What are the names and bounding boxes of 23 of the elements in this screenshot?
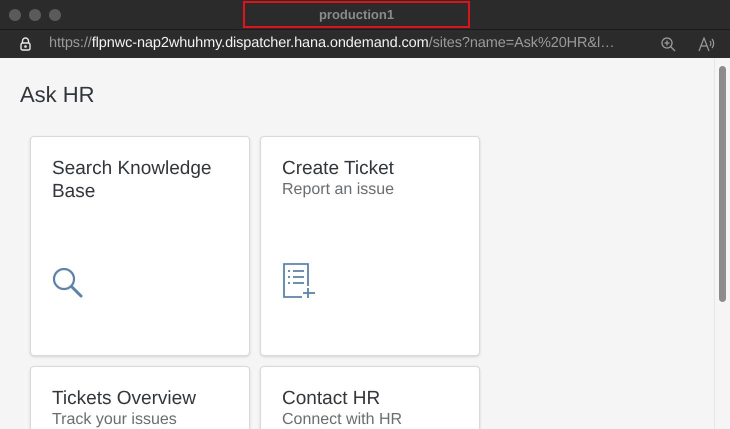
zoom-window-button[interactable] xyxy=(49,8,61,20)
lock-icon xyxy=(20,37,31,51)
read-aloud-icon[interactable] xyxy=(698,36,716,52)
close-window-button[interactable] xyxy=(9,8,21,20)
url-field[interactable]: https://flpnwc-nap2whuhmy.dispatcher.hana.ondemand.com/sites?name=Ask%20HR&l… xyxy=(49,33,615,55)
app-tile[interactable]: Search Knowledge Base xyxy=(30,136,250,356)
window-title: production1 xyxy=(243,1,470,28)
tile-title: Create Ticket xyxy=(282,157,395,180)
tile-subtitle: Track your issues xyxy=(52,410,178,429)
zoom-in-icon[interactable] xyxy=(661,36,676,52)
document-plus-icon xyxy=(282,263,316,299)
app-tile[interactable]: Contact HR Connect with HR xyxy=(260,366,480,429)
tile-title: Contact HR xyxy=(282,387,382,410)
tile-subtitle: Report an issue xyxy=(282,180,396,200)
app-tile[interactable]: Tickets Overview Track your issues xyxy=(30,366,250,429)
tile-title: Tickets Overview xyxy=(52,387,197,410)
scrollbar-thumb[interactable] xyxy=(719,66,726,302)
minimize-window-button[interactable] xyxy=(29,8,41,20)
tile-title: Search Knowledge Base xyxy=(52,157,212,203)
page-title: Ask HR xyxy=(20,82,96,108)
app-tile[interactable]: Create Ticket Report an issue xyxy=(260,136,480,356)
search-icon xyxy=(52,267,84,299)
tile-subtitle: Connect with HR xyxy=(282,410,404,429)
